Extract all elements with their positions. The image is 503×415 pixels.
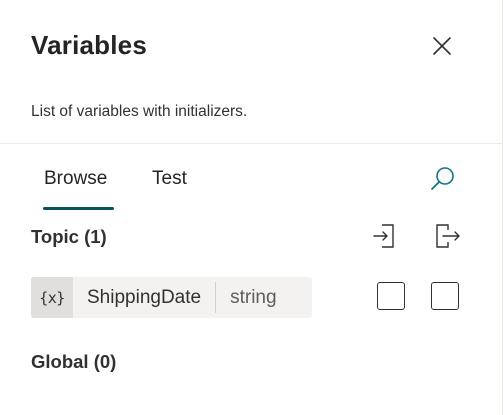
panel-title: Variables <box>31 30 147 60</box>
topic-section-heading: Topic (1) <box>31 226 107 247</box>
tab-browse[interactable]: Browse <box>44 168 107 190</box>
export-button[interactable] <box>432 221 462 251</box>
close-icon <box>433 37 451 55</box>
search-button[interactable] <box>428 164 458 194</box>
header-divider <box>0 143 503 144</box>
close-button[interactable] <box>428 32 456 60</box>
search-icon <box>431 167 454 190</box>
selected-tab-indicator <box>43 207 114 210</box>
variable-checkbox-1[interactable] <box>377 282 405 310</box>
global-section-heading: Global (0) <box>31 351 117 372</box>
variables-panel: Variables List of variables with initial… <box>0 0 503 415</box>
export-icon <box>436 224 460 248</box>
variable-pill-shippingdate[interactable]: {x} ShippingDate string <box>31 277 312 318</box>
tab-test[interactable]: Test <box>152 168 187 190</box>
variable-name: ShippingDate <box>87 286 202 308</box>
import-button[interactable] <box>371 221 401 251</box>
variable-type-icon: {x} <box>31 277 73 318</box>
variable-type: string <box>230 286 277 308</box>
variable-checkbox-2[interactable] <box>431 282 459 310</box>
panel-description: List of variables with initializers. <box>31 103 248 120</box>
import-icon <box>373 224 394 248</box>
